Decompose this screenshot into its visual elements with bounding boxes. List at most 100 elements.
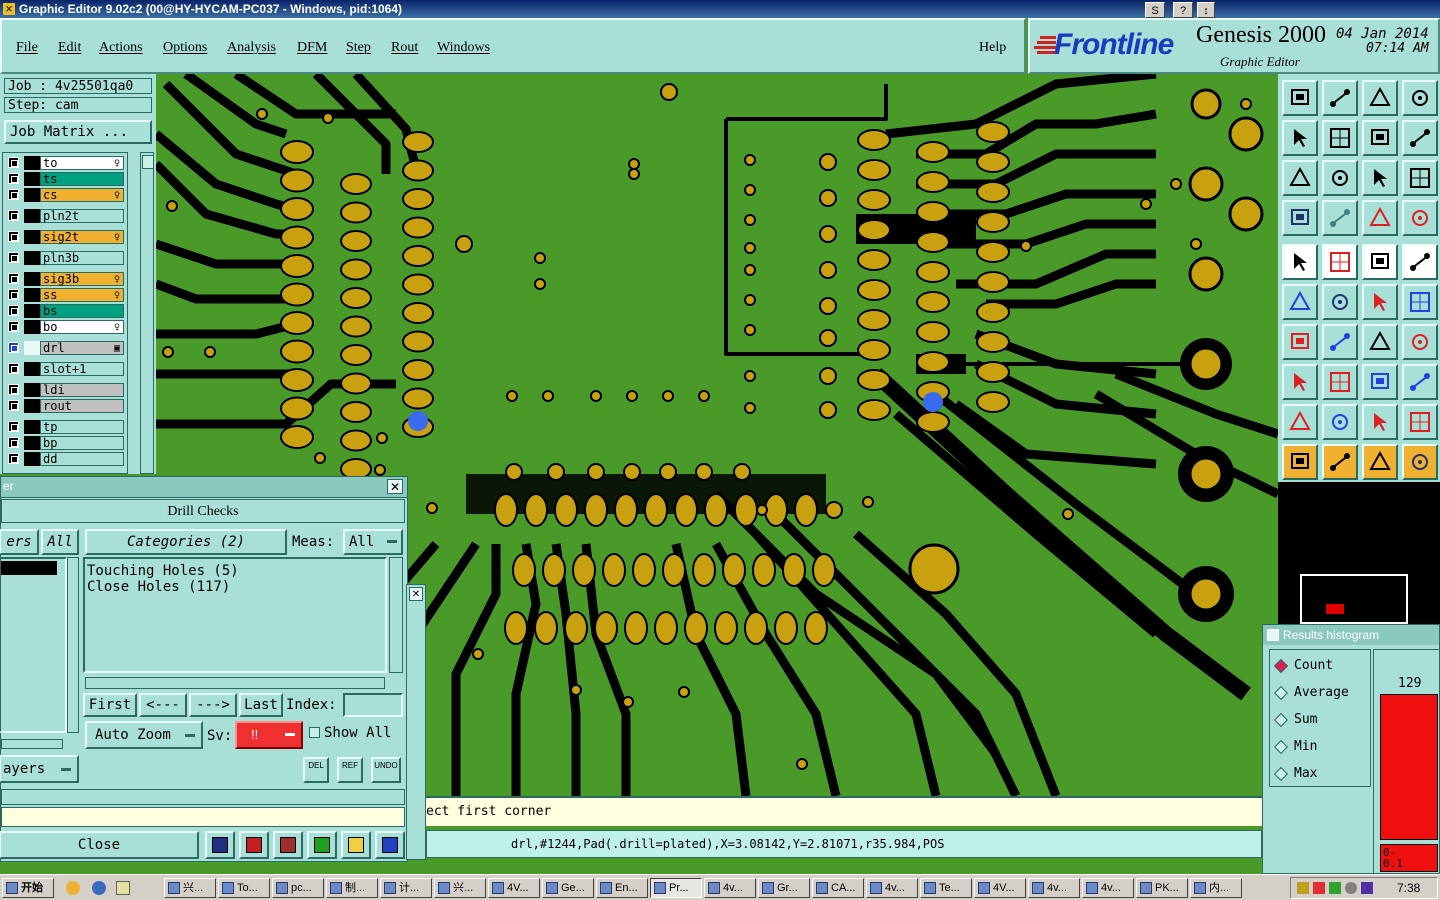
pcb-pad[interactable] — [402, 387, 434, 410]
s-icon-button[interactable]: S — [1145, 2, 1165, 18]
pcb-pad[interactable] — [804, 611, 828, 645]
pcb-pad[interactable] — [280, 140, 314, 164]
histogram-option-max[interactable]: Max — [1273, 766, 1317, 782]
pcb-pad[interactable] — [857, 189, 891, 211]
menu-edit[interactable]: Edit — [58, 40, 81, 56]
bracket-tool-button[interactable] — [1402, 324, 1438, 360]
layer-result-list[interactable] — [0, 557, 67, 733]
pcb-pad[interactable] — [280, 168, 314, 193]
panel-left-tool-button[interactable] — [1282, 120, 1318, 156]
tray-icon-3[interactable] — [1329, 882, 1341, 894]
layer-name[interactable]: sig2t ♀ — [40, 230, 124, 244]
window-split-tool-button[interactable] — [1402, 80, 1438, 116]
layers-tool-button[interactable] — [1282, 200, 1318, 236]
pcb-via[interactable] — [455, 235, 473, 253]
layer-checkbox[interactable] — [8, 157, 19, 168]
triangle-tool-button[interactable] — [1282, 404, 1318, 440]
pcb-via[interactable] — [744, 242, 756, 254]
pcb-pad[interactable] — [764, 493, 788, 527]
pcb-via[interactable] — [695, 463, 713, 481]
pcb-pad[interactable] — [812, 553, 836, 587]
pcb-pad[interactable] — [644, 493, 668, 527]
pcb-via[interactable] — [628, 168, 640, 180]
pad-tool-button[interactable] — [1402, 244, 1438, 280]
pcb-pad[interactable] — [614, 493, 638, 527]
pcb-pad[interactable] — [402, 131, 434, 153]
pcb-via[interactable] — [744, 402, 756, 414]
report-tool-button[interactable] — [341, 831, 371, 859]
pcb-via[interactable] — [744, 184, 756, 196]
highlighted-drill-1[interactable] — [408, 411, 428, 431]
pcb-via[interactable] — [744, 214, 756, 226]
snap-tool-button[interactable] — [1402, 120, 1438, 156]
layer-checkbox[interactable] — [8, 453, 19, 464]
pcb-via[interactable] — [623, 463, 641, 481]
pcb-pad[interactable] — [402, 330, 434, 353]
layer-row-pln2t[interactable]: pln2t — [6, 209, 124, 223]
pcb-via[interactable] — [1020, 240, 1032, 252]
pcb-pad[interactable] — [504, 611, 528, 645]
pcb-pad[interactable] — [857, 339, 891, 361]
pcb-pad[interactable] — [494, 493, 518, 527]
pcb-via[interactable] — [819, 297, 837, 315]
pcb-pad[interactable] — [402, 159, 434, 182]
pcb-via[interactable] — [796, 758, 808, 770]
taskbar-item[interactable]: CA... — [812, 878, 864, 898]
layer-name[interactable]: tp — [40, 420, 124, 434]
pcb-via[interactable] — [1190, 238, 1202, 250]
triangle-b-tool-button[interactable] — [1362, 404, 1398, 440]
layer-name[interactable]: rout — [40, 399, 124, 413]
layer-row-to[interactable]: to ♀ — [6, 156, 124, 170]
pcb-pad[interactable] — [340, 429, 372, 452]
job-matrix-button[interactable]: Job Matrix ... — [4, 120, 152, 144]
pcb-via[interactable] — [733, 463, 751, 481]
layer-checkbox[interactable] — [8, 384, 19, 395]
pcb-via[interactable] — [660, 83, 678, 101]
pcb-via[interactable] — [819, 189, 837, 207]
layer-name[interactable]: dd — [40, 452, 124, 466]
pcb-pad[interactable] — [976, 211, 1010, 233]
pcb-via[interactable] — [819, 401, 837, 419]
show-all-checkbox[interactable] — [309, 727, 320, 738]
tray-icon-1[interactable] — [1297, 882, 1309, 894]
taskbar-item[interactable]: Te... — [920, 878, 972, 898]
layer-row-sig2t[interactable]: sig2t ♀ — [6, 230, 124, 244]
pcb-pad[interactable] — [916, 411, 950, 433]
center-tool-button[interactable] — [1322, 160, 1358, 196]
layer-name[interactable]: bp — [40, 436, 124, 450]
pcb-pad[interactable] — [340, 372, 372, 395]
pcb-pad[interactable] — [340, 315, 372, 338]
pcb-via[interactable] — [628, 158, 640, 170]
angle-tool-button[interactable] — [1282, 324, 1318, 360]
layer-name[interactable]: cs ♀ — [40, 188, 124, 202]
pcb-pad[interactable] — [402, 188, 434, 210]
pcb-via[interactable] — [322, 112, 334, 124]
pcb-pad[interactable] — [512, 553, 536, 587]
layer-list-scrollbar[interactable] — [140, 152, 154, 474]
reverse-tool-button[interactable] — [1362, 120, 1398, 156]
pcb-via[interactable] — [426, 502, 438, 514]
pcb-pad[interactable] — [916, 141, 950, 163]
line-arrow-alt-tool-button[interactable] — [1402, 284, 1438, 320]
histogram-bar[interactable] — [1380, 694, 1438, 840]
grid-tool-button[interactable] — [1322, 200, 1358, 236]
pcb-via[interactable] — [825, 501, 843, 519]
pcb-pad[interactable] — [916, 171, 950, 193]
panel-right-tool-button[interactable] — [1322, 120, 1358, 156]
pcb-pad[interactable] — [916, 321, 950, 343]
pcb-via[interactable] — [590, 390, 602, 402]
layer-checkbox[interactable] — [8, 289, 19, 300]
pcb-pad[interactable] — [916, 291, 950, 313]
pcb-via[interactable] — [744, 294, 756, 306]
auto-zoom-dropdown[interactable]: Auto Zoom — [85, 721, 203, 749]
node-tool-button[interactable] — [1282, 364, 1318, 400]
layer-name[interactable]: bs — [40, 304, 124, 318]
category-close-holes[interactable]: Close Holes (117) — [87, 579, 383, 595]
pcb-pad[interactable] — [916, 261, 950, 283]
layer-name[interactable]: ldi — [40, 383, 124, 397]
taskbar-item[interactable]: 制... — [326, 878, 378, 898]
pcb-pad[interactable] — [916, 351, 950, 373]
help-icon-button[interactable]: ? — [1173, 2, 1193, 18]
layer-name[interactable]: ts — [40, 172, 124, 186]
pcb-via[interactable] — [698, 390, 710, 402]
